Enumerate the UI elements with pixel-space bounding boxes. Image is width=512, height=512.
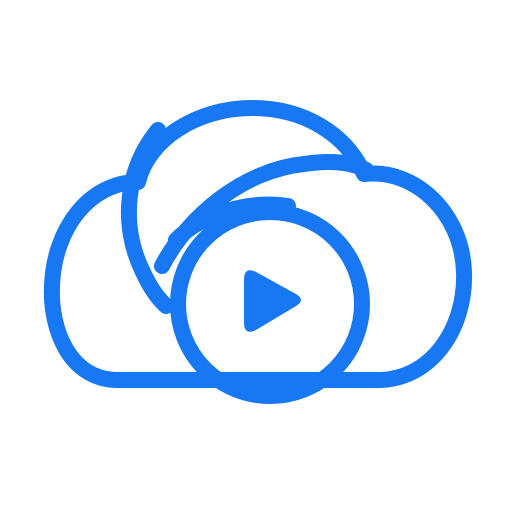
play-triangle-icon bbox=[244, 270, 301, 332]
cloud-outline bbox=[43, 100, 473, 388]
app-icon bbox=[0, 0, 512, 512]
cloud-swoosh bbox=[120, 122, 174, 314]
cloud-video-play-icon bbox=[43, 100, 473, 404]
